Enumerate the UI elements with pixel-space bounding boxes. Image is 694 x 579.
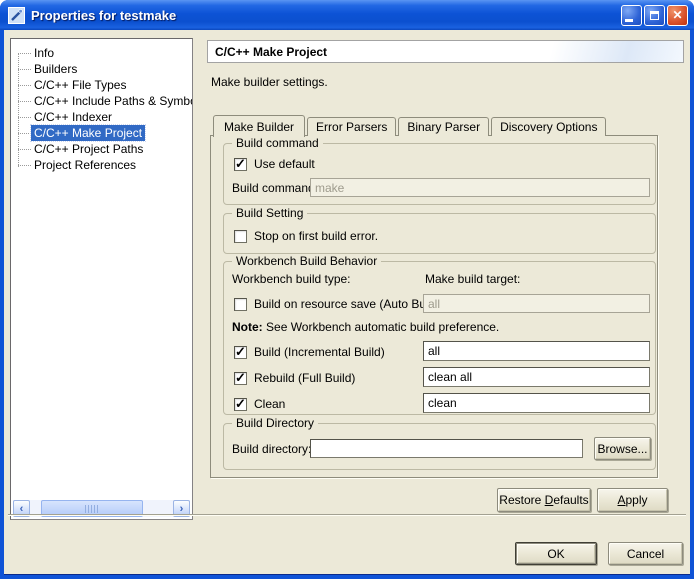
use-default-checkbox[interactable] [234,158,247,171]
browse-button[interactable]: Browse... [594,437,651,460]
rebuild-target-input[interactable] [423,367,650,387]
close-button[interactable]: ✕ [667,5,688,26]
window-title: Properties for testmake [31,8,621,23]
button-bar-separator [8,514,686,515]
properties-dialog: Properties for testmake ✕ Info Builders … [0,0,694,579]
tab-make-builder[interactable]: Make Builder [213,115,305,137]
tree-item-make-project[interactable]: C/C++ Make Project [11,125,192,141]
build-directory-label: Build directory: [232,442,311,456]
build-setting-group: Build Setting Stop on first build error. [223,213,656,254]
stop-on-error-row: Stop on first build error. [234,228,378,244]
minimize-icon [625,19,633,22]
use-default-label: Use default [254,157,315,171]
maximize-button[interactable] [644,5,665,26]
auto-build-label: Build on resource save (Auto Build) [254,297,442,311]
page-header: C/C++ Make Project [207,40,684,63]
use-default-row: Use default [234,156,315,172]
make-build-target-header: Make build target: [425,272,520,286]
build-command-label: Build command: [232,181,318,195]
tab-bar: Make Builder Error Parsers Binary Parser… [213,114,606,136]
build-command-input [310,178,650,197]
scrollbar-grip-icon [85,505,98,513]
tree-item-project-references[interactable]: Project References [11,157,192,173]
note-text: See Workbench automatic build preference… [266,320,499,334]
tree-item-info[interactable]: Info [11,45,192,61]
minimize-button[interactable] [621,5,642,26]
auto-build-checkbox[interactable] [234,298,247,311]
stop-on-error-checkbox[interactable] [234,230,247,243]
window-icon [8,7,25,24]
properties-tree: Info Builders C/C++ File Types C/C++ Inc… [10,38,193,520]
make-builder-panel: Build command Use default Build command:… [210,135,658,478]
incremental-build-target-input[interactable] [423,341,650,361]
tree-item-project-paths[interactable]: C/C++ Project Paths [11,141,192,157]
clean-label: Clean [254,397,285,411]
tree-item-builders[interactable]: Builders [11,61,192,77]
close-icon: ✕ [672,9,682,21]
build-directory-group-title: Build Directory [232,416,318,430]
workbench-build-type-header: Workbench build type: [232,272,351,286]
apply-button[interactable]: Apply [597,488,668,512]
clean-checkbox[interactable] [234,398,247,411]
build-directory-group: Build Directory Build directory: Browse.… [223,423,656,470]
tree-item-include-paths[interactable]: C/C++ Include Paths & Symbo [11,93,192,109]
incremental-build-label: Build (Incremental Build) [254,345,385,359]
build-setting-group-title: Build Setting [232,206,307,220]
workbench-group-title: Workbench Build Behavior [232,254,381,268]
tab-binary-parser[interactable]: Binary Parser [398,117,489,136]
incremental-build-checkbox[interactable] [234,346,247,359]
tree-item-file-types[interactable]: C/C++ File Types [11,77,192,93]
stop-on-error-label: Stop on first build error. [254,229,378,243]
rebuild-label: Rebuild (Full Build) [254,371,355,385]
page-description: Make builder settings. [211,75,328,89]
tree-item-indexer[interactable]: C/C++ Indexer [11,109,192,125]
page-title: C/C++ Make Project [215,45,327,59]
note-row: Note: See Workbench automatic build pref… [232,320,499,334]
build-command-group-title: Build command [232,136,323,150]
titlebar[interactable]: Properties for testmake ✕ [0,0,694,30]
restore-defaults-button[interactable]: Restore Defaults [497,488,591,512]
rebuild-checkbox[interactable] [234,372,247,385]
auto-build-target-input [423,294,650,313]
cancel-button[interactable]: Cancel [608,542,683,565]
tab-error-parsers[interactable]: Error Parsers [307,117,396,136]
auto-build-row: Build on resource save (Auto Build) [234,296,442,312]
rebuild-row: Rebuild (Full Build) [234,370,355,386]
clean-target-input[interactable] [423,393,650,413]
maximize-icon [650,11,659,20]
note-label: Note: [232,320,263,334]
tab-discovery-options[interactable]: Discovery Options [491,117,606,136]
clean-row: Clean [234,396,285,412]
dialog-body: Info Builders C/C++ File Types C/C++ Inc… [4,30,690,575]
ok-button[interactable]: OK [515,542,597,565]
build-directory-input[interactable] [310,439,583,458]
build-command-group: Build command Use default Build command: [223,143,656,205]
workbench-build-behavior-group: Workbench Build Behavior Workbench build… [223,261,656,415]
incremental-build-row: Build (Incremental Build) [234,344,385,360]
